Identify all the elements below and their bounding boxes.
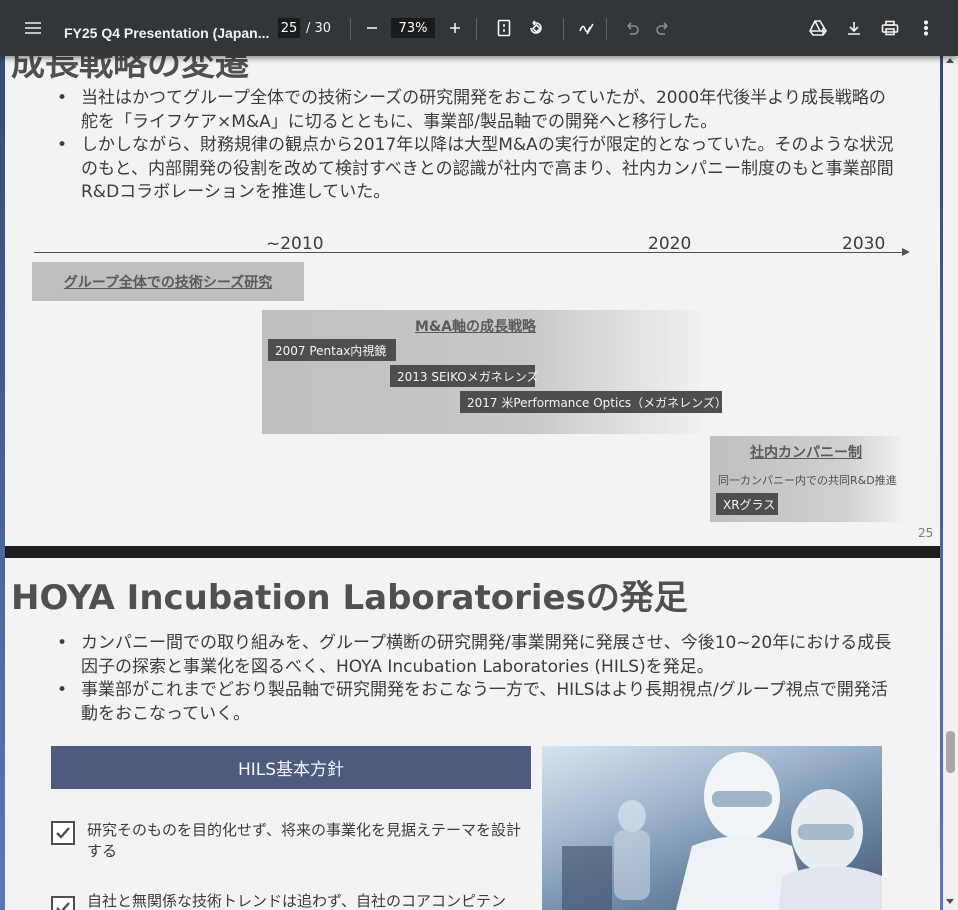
plus-icon [450, 23, 460, 33]
policy-item: 自社と無関係な技術トレンドは追わず、自社のコアコンピテン [87, 892, 506, 910]
ma-item-2013: 2013 SEIKOメガネレンズ [390, 365, 539, 387]
pdf-page-26: HOYA Incubation Laboratoriesの発足 カンパニー間での… [5, 558, 940, 910]
ma-strategy-box: M&A軸の成長戦略 2007 Pentax内視鏡 2013 SEIKOメガネレン… [262, 310, 727, 434]
drive-add-icon [809, 20, 827, 36]
slide-page-number: 25 [918, 526, 934, 540]
ma-strategy-title: M&A軸の成長戦略 [415, 319, 536, 335]
more-options-button[interactable] [914, 14, 938, 42]
ma-item-2017: 2017 米Performance Optics（メガネレンズ） [460, 391, 727, 413]
page-title: HOYA Incubation Laboratoriesの発足 [11, 578, 688, 618]
rotate-icon [530, 20, 542, 34]
checkbox-icon [51, 896, 75, 910]
vertical-scrollbar[interactable] [943, 56, 958, 910]
print-button[interactable] [878, 14, 902, 42]
checkbox-icon [51, 821, 75, 845]
redo-button[interactable] [651, 14, 675, 42]
toolbar-separator [563, 18, 564, 40]
bullet-item: カンパニー間での取り組みを、グループ横断の研究開発/事業開発に発展させ、今後10… [57, 632, 897, 679]
policy-item: 研究そのものを目的化せず、将来の事業化を見据えテーマを設計する [87, 821, 521, 860]
scroll-down-arrow-icon[interactable] [946, 899, 954, 904]
redo-icon [656, 22, 668, 35]
undo-icon [627, 22, 639, 35]
page-count: / 30 [306, 20, 332, 36]
toolbar-separator [476, 18, 477, 40]
ma-item-2007: 2007 Pentax内視鏡 [268, 339, 396, 361]
download-icon [848, 22, 860, 35]
page-number-input[interactable]: 25 [278, 18, 300, 38]
timeline-axis [34, 252, 904, 253]
scroll-up-arrow-icon[interactable] [946, 58, 954, 63]
pdf-page-25: 成長戦略の変遷 当社はかつてグループ全体での技術シーズの研究開発をおこなっていた… [5, 0, 940, 546]
rotate-button[interactable] [524, 14, 548, 42]
pen-icon [579, 23, 594, 35]
timeline-year-2020: 2020 [648, 234, 692, 254]
document-title: FY25 Q4 Presentation (Japan... [64, 25, 270, 41]
internal-company-box: 社内カンパニー制 同一カンパニー内での共同R&D推進 XRグラス [710, 436, 902, 522]
internal-company-title: 社内カンパニー制 [750, 445, 862, 461]
page-divider [5, 546, 940, 558]
zoom-in-button[interactable] [443, 14, 467, 42]
printer-icon [881, 20, 899, 36]
zoom-out-button[interactable] [360, 14, 384, 42]
annotate-button[interactable] [574, 14, 598, 42]
download-button[interactable] [842, 14, 866, 42]
fit-to-page-button[interactable] [492, 14, 516, 42]
hamburger-menu-icon [25, 22, 41, 34]
bullet-item: しかしながら、財務規律の観点から2017年以降は大型M&Aの実行が限定的となって… [57, 134, 897, 205]
pdf-viewer-toolbar: FY25 Q4 Presentation (Japan... 25 / 30 7… [0, 0, 958, 56]
zoom-level-input[interactable]: 73% [391, 18, 435, 38]
timeline-arrow-icon [902, 248, 910, 256]
toolbar-separator [606, 18, 607, 40]
undo-button[interactable] [620, 14, 644, 42]
hils-policy-heading: HILS基本方針 [51, 746, 531, 789]
bullet-list: 当社はかつてグループ全体での技術シーズの研究開発をおこなっていたが、2000年代… [57, 87, 897, 205]
xr-glass-tag: XRグラス [716, 493, 778, 515]
save-to-drive-button[interactable] [806, 14, 830, 42]
toolbar-separator [350, 18, 351, 40]
minus-icon [367, 27, 377, 29]
scrollbar-thumb[interactable] [946, 731, 955, 773]
timeline-year-2030: 2030 [842, 234, 886, 254]
group-research-box: グループ全体での技術シーズ研究 [32, 262, 304, 301]
fit-page-icon [497, 19, 511, 37]
lab-researchers-photo [542, 746, 882, 910]
bullet-list: カンパニー間での取り組みを、グループ横断の研究開発/事業開発に発展させ、今後10… [57, 632, 897, 726]
bullet-item: 事業部がこれまでどおり製品軸で研究開発をおこなう一方で、HILSはより長期視点/… [57, 679, 897, 726]
internal-company-subtitle: 同一カンパニー内での共同R&D推進 [718, 474, 897, 487]
more-vert-icon [923, 20, 929, 36]
menu-button[interactable] [19, 14, 47, 42]
timeline-year-2010: ~2010 [266, 234, 324, 254]
bullet-item: 当社はかつてグループ全体での技術シーズの研究開発をおこなっていたが、2000年代… [57, 87, 897, 134]
